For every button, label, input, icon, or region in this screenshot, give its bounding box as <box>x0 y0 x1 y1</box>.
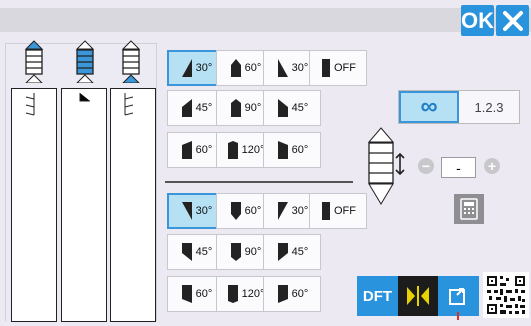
copy-button[interactable] <box>438 276 479 316</box>
decrease-button[interactable]: − <box>418 158 434 174</box>
column-1-indicator[interactable] <box>24 39 44 88</box>
bar-slant-right-icon <box>277 141 288 159</box>
bar-slant-left-icon <box>181 141 192 159</box>
bottom-60-right-button[interactable]: 60° <box>263 276 321 312</box>
stitch-pattern-icon <box>124 93 134 116</box>
increase-button[interactable]: + <box>484 158 500 174</box>
stitch-pattern-icon <box>79 93 90 102</box>
top-60-right-button[interactable]: 60° <box>263 132 321 168</box>
bar-slant-right-down-icon <box>277 202 288 220</box>
top-45-right-button[interactable]: 45° <box>263 90 321 126</box>
copy-icon <box>448 288 465 305</box>
bar-valley-icon <box>227 285 238 303</box>
bar-slant-left-icon <box>181 59 192 77</box>
title-strip <box>0 8 531 32</box>
bottom-45-right-button[interactable]: 45° <box>263 234 321 270</box>
repeat-count-button[interactable]: 1.2.3 <box>459 91 519 123</box>
ok-button[interactable]: OK <box>461 5 494 36</box>
column-2[interactable] <box>61 88 107 322</box>
bar-peak-icon <box>230 99 241 117</box>
calculator-button[interactable] <box>454 194 484 224</box>
bar-slant-right-down-icon <box>277 243 288 261</box>
close-icon <box>502 10 523 31</box>
qr-code[interactable] <box>483 272 529 318</box>
bar-slant-left-icon <box>181 99 192 117</box>
column-stepper-indicator <box>367 126 407 211</box>
calculator-icon <box>460 198 478 220</box>
repeat-infinite-button[interactable]: ∞ <box>399 91 459 123</box>
bar-valley-icon <box>230 202 241 220</box>
bar-slant-left-down-icon <box>181 285 192 303</box>
column-indicator-icon <box>75 40 95 84</box>
column-2-indicator[interactable] <box>75 39 95 88</box>
bottom-off-button[interactable]: OFF <box>309 193 367 229</box>
top-off-button[interactable]: OFF <box>309 50 367 86</box>
mirror-button[interactable] <box>398 276 438 316</box>
bar-slant-left-down-icon <box>181 202 192 220</box>
bar-flat-icon <box>322 59 330 77</box>
bar-slant-right-down-icon <box>277 285 288 303</box>
mirror-icon <box>407 286 429 306</box>
column-3-indicator[interactable] <box>121 39 141 88</box>
stitch-pattern-icon <box>25 93 35 116</box>
bar-valley-icon <box>230 243 241 261</box>
qr-code-icon <box>486 275 526 315</box>
bar-slant-right-icon <box>277 59 288 77</box>
repeat-mode-toggle: ∞ 1.2.3 <box>398 90 520 124</box>
bar-peak-icon <box>227 141 238 159</box>
value-field[interactable]: - <box>441 157 476 178</box>
close-button[interactable] <box>496 5 529 36</box>
grid-divider <box>165 181 353 183</box>
column-indicator-icon <box>121 40 141 84</box>
column-1[interactable] <box>11 88 57 322</box>
bar-slant-right-icon <box>277 99 288 117</box>
column-height-icon <box>367 127 405 205</box>
bar-peak-icon <box>230 59 241 77</box>
cursor-indicator <box>457 312 459 320</box>
bar-slant-left-down-icon <box>181 243 192 261</box>
default-button[interactable]: DFT <box>357 276 398 316</box>
bar-flat-icon <box>322 202 330 220</box>
column-indicator-icon <box>24 40 44 84</box>
column-3[interactable] <box>110 88 156 322</box>
